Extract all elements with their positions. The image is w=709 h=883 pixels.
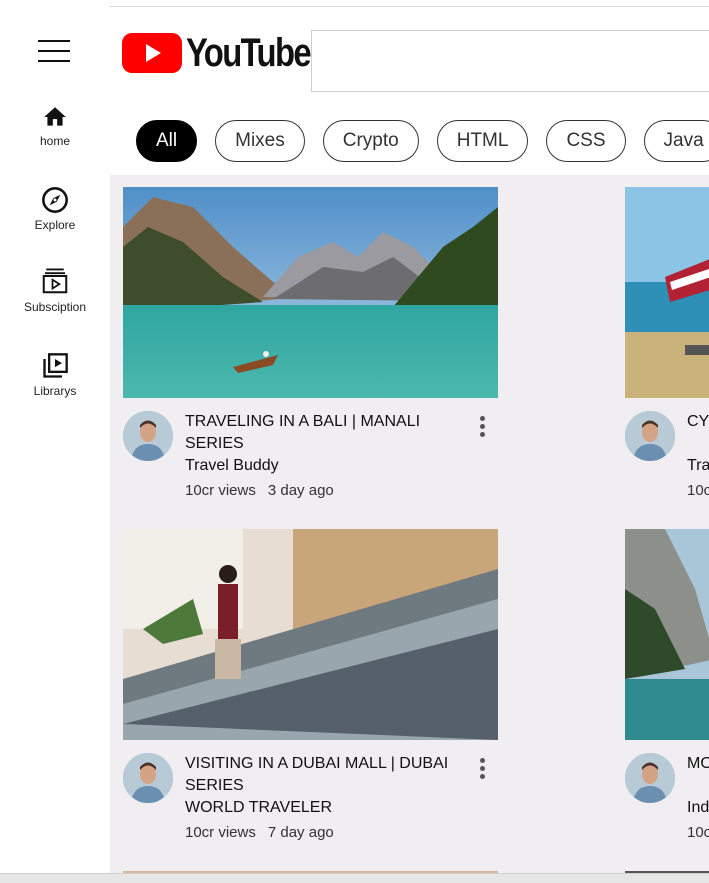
video-thumbnail[interactable] — [123, 187, 498, 398]
horizontal-scrollbar[interactable] — [0, 873, 709, 883]
hamburger-menu-icon[interactable] — [38, 38, 70, 64]
search-input[interactable] — [311, 30, 709, 92]
sidebar-item-explore[interactable]: Explore — [0, 186, 110, 232]
sidebar-item-library[interactable]: Librarys — [0, 352, 110, 398]
video-meta: 10cr views 7 day ago — [185, 824, 334, 841]
youtube-play-icon — [122, 33, 182, 73]
avatar-image — [625, 411, 675, 461]
view-count: 10cr views — [185, 482, 256, 499]
chip-java[interactable]: Java — [643, 120, 709, 162]
view-count: 10cr views — [687, 482, 709, 499]
chip-css[interactable]: CSS — [546, 120, 626, 162]
channel-name[interactable]: Travel Buddy — [687, 457, 709, 475]
video-grid: TRAVELING IN A BALI | MANALI SERIES Trav… — [110, 175, 709, 875]
video-card: VISITING IN A DUBAI MALL | DUBAI SERIES … — [123, 529, 503, 841]
avatar-image — [123, 411, 173, 461]
video-meta: 10cr views — [687, 824, 709, 841]
video-thumbnail[interactable] — [625, 529, 709, 740]
sidebar-item-label: Subsciption — [23, 300, 87, 314]
upload-age: 3 day ago — [267, 482, 334, 499]
video-card: CYCLING SERIES Travel Buddy 10cr views — [625, 187, 709, 499]
video-thumbnail[interactable] — [123, 529, 498, 740]
category-chips: All Mixes Crypto HTML CSS Java — [136, 120, 709, 162]
video-thumbnail[interactable] — [625, 187, 709, 398]
home-icon — [44, 107, 66, 126]
avatar-image — [123, 753, 173, 803]
subscriptions-icon — [42, 268, 68, 294]
mall-thumbnail-image — [123, 529, 498, 740]
view-count: 10cr views — [185, 824, 256, 841]
chip-mixes[interactable]: Mixes — [215, 120, 305, 162]
video-title[interactable]: MOUNTAIN TOUR — [687, 753, 709, 775]
channel-avatar[interactable] — [625, 753, 675, 803]
lake-thumbnail-image — [123, 187, 498, 398]
channel-avatar[interactable] — [123, 753, 173, 803]
channel-name[interactable]: WORLD TRAVELER — [185, 799, 332, 817]
video-card: MOUNTAIN TOUR India 10cr views — [625, 529, 709, 841]
sidebar-item-subscriptions[interactable]: Subsciption — [0, 266, 110, 314]
upload-age: 7 day ago — [267, 824, 334, 841]
video-card: TRAVELING IN A BALI | MANALI SERIES Trav… — [123, 187, 503, 499]
sidebar-item-label: home — [39, 134, 71, 148]
channel-avatar[interactable] — [625, 411, 675, 461]
mountain-thumbnail-image — [625, 529, 709, 740]
video-title[interactable]: TRAVELING IN A BALI | MANALI SERIES — [185, 411, 455, 455]
video-title[interactable]: VISITING IN A DUBAI MALL | DUBAI SERIES — [185, 753, 455, 797]
beach-thumbnail-image — [625, 187, 709, 398]
sidebar-item-home[interactable]: home — [0, 104, 110, 148]
channel-avatar[interactable] — [123, 411, 173, 461]
chip-crypto[interactable]: Crypto — [322, 120, 419, 162]
channel-name[interactable]: Travel Buddy — [185, 457, 279, 475]
logo-text: YouTube — [186, 30, 312, 75]
compass-icon — [42, 187, 68, 213]
more-options-icon[interactable] — [478, 758, 486, 782]
sidebar-item-label: Explore — [34, 218, 76, 232]
chip-all[interactable]: All — [136, 120, 198, 162]
video-meta: 10cr views 3 day ago — [185, 482, 334, 499]
channel-name[interactable]: India — [687, 799, 709, 817]
more-options-icon[interactable] — [478, 416, 486, 440]
view-count: 10cr views — [687, 824, 709, 841]
sidebar-item-label: Librarys — [33, 384, 77, 398]
sidebar: home Explore Subsciption Librarys — [0, 0, 110, 883]
library-icon — [43, 353, 68, 378]
video-title[interactable]: CYCLING SERIES — [687, 411, 709, 433]
video-meta: 10cr views — [687, 482, 709, 499]
avatar-image — [625, 753, 675, 803]
chip-html[interactable]: HTML — [436, 120, 529, 162]
youtube-logo[interactable]: YouTube — [122, 30, 337, 75]
